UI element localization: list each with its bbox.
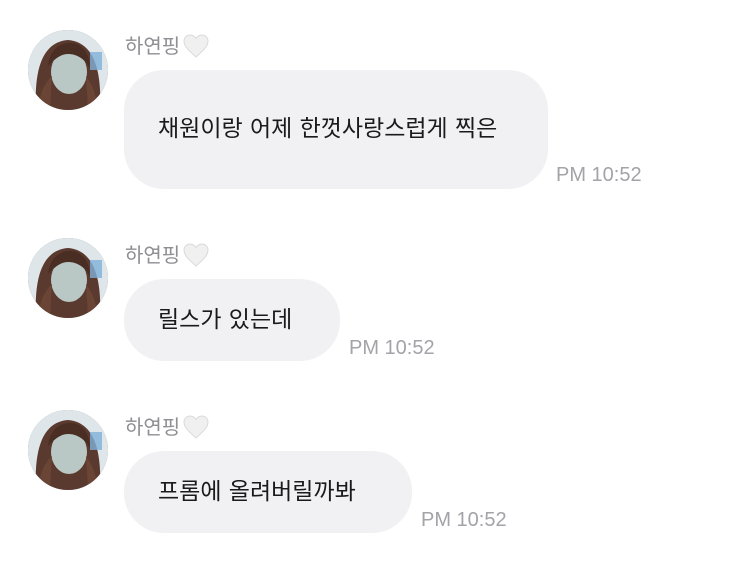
avatar[interactable] (28, 410, 108, 490)
message-text: 채원이랑 어제 한껏사랑스럽게 찍은 (158, 116, 498, 142)
message-text: 프롬에 올려버릴까봐 (158, 478, 356, 505)
white-heart-icon (183, 34, 209, 58)
avatar[interactable] (28, 238, 108, 318)
sender-row: 하연핑 (125, 242, 210, 268)
white-heart-icon (183, 243, 209, 267)
sender-name: 하연핑 (125, 34, 181, 58)
sender-name: 하연핑 (125, 243, 181, 267)
message-time: PM 10:52 (421, 509, 507, 531)
chat-thread: 하연핑 채원이랑 어제 한껏사랑스럽게 찍은 PM 10:52 하연핑 릴스가 … (0, 0, 745, 563)
message-text: 릴스가 있는데 (158, 306, 293, 333)
message-bubble[interactable]: 채원이랑 어제 한껏사랑스럽게 찍은 (124, 70, 548, 189)
white-heart-icon (183, 415, 209, 439)
sender-row: 하연핑 (125, 33, 210, 59)
message-bubble[interactable]: 프롬에 올려버릴까봐 (124, 451, 412, 533)
avatar-photo (28, 410, 108, 490)
message-time: PM 10:52 (349, 337, 435, 359)
avatar-photo (28, 30, 108, 110)
sender-name: 하연핑 (125, 415, 181, 439)
message-bubble[interactable]: 릴스가 있는데 (124, 279, 340, 361)
message-time: PM 10:52 (556, 164, 642, 186)
avatar-photo (28, 238, 108, 318)
sender-row: 하연핑 (125, 414, 210, 440)
avatar[interactable] (28, 30, 108, 110)
